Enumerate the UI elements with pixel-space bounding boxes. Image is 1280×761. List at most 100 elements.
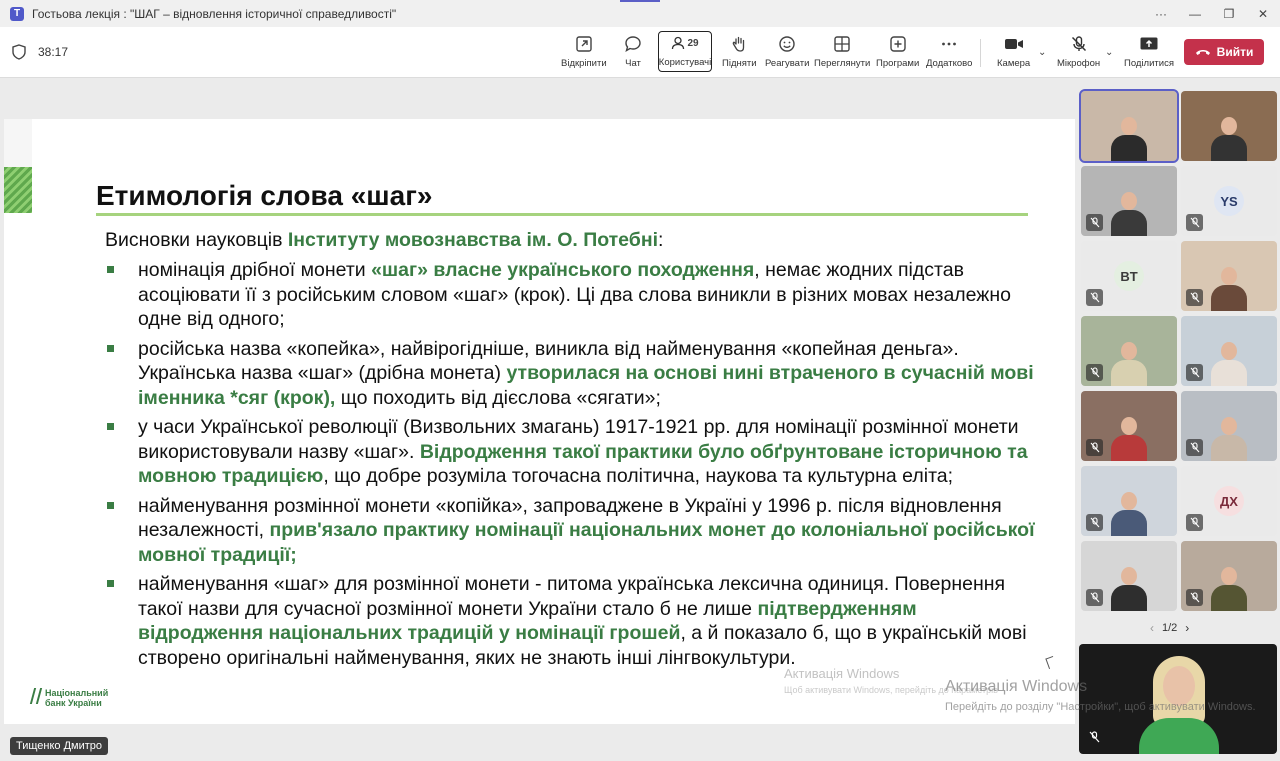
participant-video [1209,561,1249,611]
react-button[interactable]: Реагувати [765,33,809,73]
bullet-highlight: «шаг» власне українського походження [371,259,755,281]
shared-content-stage: Етимологія слова «шаг» Висновки науковці… [0,78,1075,761]
participant-tile[interactable]: YS [1181,166,1277,236]
gallery-pager: ‹ 1/2 › [1150,621,1189,635]
bullet-marker [107,501,114,509]
title-underline [96,213,1028,216]
slide-decor-strip [4,119,32,167]
participant-video [1109,486,1149,536]
smiley-icon [776,33,798,55]
camera-button[interactable]: Камера [997,33,1030,73]
bullet-item: у часи Української революції (Визвольних… [105,415,1035,489]
bullet-highlight: прив'язало практику номінації національн… [138,519,1035,566]
mic-off-icon [1186,214,1203,231]
intro-text: Висновки науковців [105,229,288,251]
intro-colon: : [658,229,664,251]
share-button[interactable]: Поділитися [1124,33,1174,73]
bullet-text: , що добре розуміла тогочасна політична,… [323,465,954,487]
mic-off-icon [1086,214,1103,231]
popout-icon [573,33,595,55]
bullet-text: що походить від дієслова «сягати»; [335,386,661,409]
prev-page-chevron-icon[interactable]: ‹ [1150,621,1154,635]
camera-label: Камера [997,58,1031,69]
participant-tile[interactable]: ДХ [1181,466,1277,536]
participant-tile[interactable] [1081,541,1177,611]
slide-watermark-title: Активація Windows [784,666,900,681]
microphone-button[interactable]: Мікрофон [1057,33,1100,73]
participant-tile[interactable] [1081,391,1177,461]
bullet-item: найменування розмінної монети «копійка»,… [105,494,1035,568]
slide-title: Етимологія слова «шаг» [96,180,433,211]
window-title: Гостьова лекція : "ШАГ – відновлення іст… [32,6,397,21]
mic-options-chevron-icon[interactable]: ⌄ [1105,47,1113,58]
participant-video [1109,336,1149,386]
titlebar-accent [620,0,660,2]
participant-tile[interactable] [1081,316,1177,386]
next-page-chevron-icon[interactable]: › [1185,621,1189,635]
participant-video [1209,111,1249,161]
toolbar-divider [980,39,981,67]
participant-tile[interactable] [1181,391,1277,461]
close-window-button[interactable]: ✕ [1246,0,1280,27]
slide-intro: Висновки науковців Інституту мовознавств… [105,229,663,252]
bullet-marker [107,580,114,587]
more-button[interactable]: Додатково [926,33,972,73]
participant-initials-avatar: ДХ [1214,486,1244,516]
participant-tile[interactable] [1181,316,1277,386]
participant-tile[interactable] [1081,466,1177,536]
apps-label: Програми [876,58,920,69]
bullet-marker [107,423,114,430]
participant-tile[interactable] [1181,241,1277,311]
view-label: Переглянути [814,58,871,69]
ellipsis-icon [938,33,960,55]
people-button[interactable]: 29 Користувачі [658,31,712,72]
presentation-slide: Етимологія слова «шаг» Висновки науковці… [4,119,1075,724]
chat-button[interactable]: Чат [622,33,644,73]
apps-button[interactable]: Програми [876,33,919,73]
people-count: 29 [687,37,699,49]
teams-app-icon: T [10,6,24,21]
participant-video [1109,561,1149,611]
people-label: Користувачі [658,57,712,68]
meeting-toolbar: 38:17 Відкріпити Чат 29 Користувачі Підн… [0,27,1280,78]
more-label: Додатково [926,58,973,69]
leave-button[interactable]: Вийти [1184,39,1264,65]
mic-off-icon [1086,514,1103,531]
participant-tile[interactable] [1181,91,1277,161]
mic-off-icon [1186,364,1203,381]
activation-text: Перейдіть до розділу "Настройки", щоб ак… [945,701,1256,713]
mic-off-icon [1086,364,1103,381]
popout-button[interactable]: Відкріпити [561,33,607,73]
popout-label: Відкріпити [561,58,607,69]
share-screen-icon [1138,33,1160,55]
bullet-marker [107,344,114,352]
mic-off-icon [1186,289,1203,306]
camera-options-chevron-icon[interactable]: ⌄ [1038,47,1046,58]
participant-tile[interactable]: BT [1081,241,1177,311]
phone-hangup-icon [1195,50,1210,55]
bullet-item: найменування «шаг» для розмінної монети … [105,572,1035,670]
bullet-marker [107,266,114,273]
participant-video [1209,336,1249,386]
participant-tile[interactable] [1079,89,1179,163]
view-button[interactable]: Переглянути [814,33,870,73]
camera-icon [1003,33,1025,55]
minimize-button[interactable]: — [1178,0,1212,27]
windows-activation-notice: Активація Windows Перейдіть до розділу "… [945,678,1275,715]
more-options-button[interactable]: ··· [1144,0,1178,27]
intro-institute: Інституту мовознавства ім. О. Потебні [287,229,659,251]
restore-button[interactable]: ❐ [1212,0,1246,27]
mic-off-icon [1086,289,1103,306]
people-icon: 29 [671,32,699,54]
participant-tile[interactable] [1081,166,1177,236]
participant-initials-avatar: BT [1114,261,1144,291]
bullet-item: номінація дрібної монети «шаг» власне ук… [105,258,1035,332]
react-label: Реагувати [765,58,810,69]
add-apps-icon [887,33,909,55]
shield-icon [12,44,26,60]
microphone-label: Мікрофон [1057,58,1101,69]
raise-hand-icon [728,33,750,55]
raise-hand-button[interactable]: Підняти [722,33,757,73]
participant-tile[interactable] [1181,541,1277,611]
participant-initials-avatar: YS [1214,186,1244,216]
